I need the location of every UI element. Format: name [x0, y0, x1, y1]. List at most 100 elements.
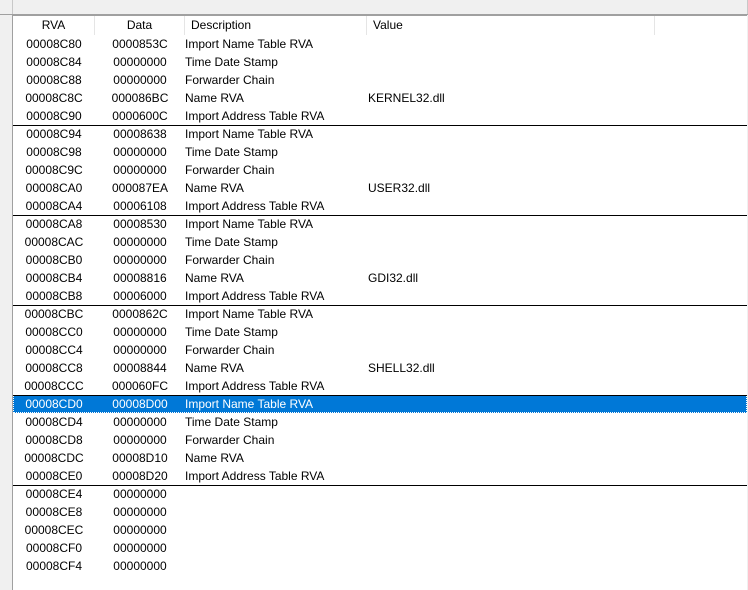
window-frame: RVA Data Description Value 00008C80 00008… [0, 0, 748, 590]
cell-value [368, 215, 658, 233]
cell-value [368, 467, 658, 485]
cell-data: 000086BC [111, 91, 169, 105]
cell-value [368, 431, 658, 449]
table-row[interactable]: 00008CF0 00000000 [13, 539, 747, 557]
cell-data: 00008638 [113, 127, 167, 141]
cell-description: Import Address Table RVA [185, 109, 325, 123]
cell-rva: 00008CC0 [25, 325, 83, 339]
table-row[interactable]: 00008CC0 00000000 Time Date Stamp [13, 323, 747, 341]
cell-data: 00000000 [113, 325, 167, 339]
cell-rva: 00008CA4 [25, 199, 83, 213]
table-row[interactable]: 00008CEC 00000000 [13, 521, 747, 539]
list-header: RVA Data Description Value [13, 16, 747, 35]
cell-description: Forwarder Chain [185, 343, 275, 357]
column-header-data[interactable]: Data [95, 16, 185, 35]
table-row[interactable]: 00008CE4 00000000 [13, 485, 747, 503]
cell-data: 00008D10 [112, 451, 168, 465]
cell-value [368, 413, 658, 431]
cell-rva: 00008CC4 [25, 343, 83, 357]
cell-description: Time Date Stamp [185, 415, 278, 429]
cell-data: 00000000 [113, 55, 167, 69]
table-row[interactable]: 00008C9C 00000000 Forwarder Chain [13, 161, 747, 179]
table-row[interactable]: 00008CF4 00000000 [13, 557, 747, 575]
cell-value [368, 71, 658, 89]
table-row[interactable]: 00008CE8 00000000 [13, 503, 747, 521]
table-row[interactable]: 00008C8C 000086BC Name RVA KERNEL32.dll [13, 89, 747, 107]
table-row[interactable]: 00008CB0 00000000 Forwarder Chain [13, 251, 747, 269]
cell-description: Name RVA [185, 181, 244, 195]
cell-data: 00008816 [113, 271, 167, 285]
cell-value [368, 557, 658, 575]
import-directory-list[interactable]: RVA Data Description Value 00008C80 00008… [12, 15, 747, 590]
cell-value [368, 53, 658, 71]
cell-description: Name RVA [185, 361, 244, 375]
cell-value: GDI32.dll [368, 271, 419, 285]
cell-rva: 00008C94 [26, 127, 82, 141]
list-bottom-area [13, 575, 747, 590]
cell-value [368, 521, 658, 539]
cell-rva: 00008CF0 [25, 541, 83, 555]
cell-rva: 00008C8C [25, 91, 83, 105]
cell-description: Import Name Table RVA [185, 37, 314, 51]
top-strip [0, 0, 748, 15]
top-strip-right [740, 0, 748, 14]
group-separator [13, 215, 747, 216]
cell-description: Import Address Table RVA [185, 199, 325, 213]
cell-rva: 00008CD8 [25, 433, 83, 447]
cell-rva: 00008CE4 [25, 487, 83, 501]
table-row[interactable]: 00008CBC 0000862C Import Name Table RVA [13, 305, 747, 323]
cell-rva: 00008CD4 [25, 415, 83, 429]
cell-rva: 00008CA8 [25, 217, 83, 231]
cell-value [368, 485, 658, 503]
cell-description: Name RVA [185, 271, 244, 285]
table-row[interactable]: 00008C88 00000000 Forwarder Chain [13, 71, 747, 89]
cell-value [368, 377, 658, 395]
table-row[interactable]: 00008CC4 00000000 Forwarder Chain [13, 341, 747, 359]
cell-data: 00008530 [113, 217, 167, 231]
cell-description: Name RVA [185, 91, 244, 105]
cell-value [368, 143, 658, 161]
table-row[interactable]: 00008CDC 00008D10 Name RVA [13, 449, 747, 467]
table-row[interactable]: 00008C98 00000000 Time Date Stamp [13, 143, 747, 161]
cell-rva: 00008CD0 [25, 397, 83, 411]
table-row[interactable]: 00008CA8 00008530 Import Name Table RVA [13, 215, 747, 233]
cell-description: Import Name Table RVA [185, 217, 314, 231]
table-row[interactable]: 00008CE0 00008D20 Import Address Table RVA [13, 467, 747, 485]
table-row[interactable]: 00008CB4 00008816 Name RVA GDI32.dll [13, 269, 747, 287]
cell-data: 00000000 [113, 541, 167, 555]
table-row[interactable]: 00008C94 00008638 Import Name Table RVA [13, 125, 747, 143]
table-row[interactable]: 00008CD4 00000000 Time Date Stamp [13, 413, 747, 431]
cell-description: Import Name Table RVA [185, 397, 314, 411]
cell-data: 00000000 [113, 343, 167, 357]
cell-value [368, 125, 658, 143]
table-row[interactable]: 00008C90 0000600C Import Address Table RVA [13, 107, 747, 125]
cell-data: 00000000 [113, 253, 167, 267]
cell-rva: 00008C98 [26, 145, 82, 159]
table-row[interactable]: 00008CB8 00006000 Import Address Table RVA [13, 287, 747, 305]
column-header-description[interactable]: Description [185, 16, 367, 35]
cell-rva: 00008CF4 [25, 559, 83, 573]
cell-rva: 00008C9C [25, 163, 83, 177]
column-header-value[interactable]: Value [367, 16, 655, 35]
cell-description [185, 557, 367, 575]
table-row[interactable]: 00008CCC 000060FC Import Address Table RVA [13, 377, 747, 395]
table-row[interactable]: 00008CD8 00000000 Forwarder Chain [13, 431, 747, 449]
cell-description: Time Date Stamp [185, 55, 278, 69]
table-row[interactable]: 00008CAC 00000000 Time Date Stamp [13, 233, 747, 251]
table-row[interactable]: 00008CD0 00008D00 Import Name Table RVA [13, 395, 747, 413]
cell-rva: 00008CDC [24, 451, 84, 465]
table-row[interactable]: 00008CA0 000087EA Name RVA USER32.dll [13, 179, 747, 197]
cell-description: Import Address Table RVA [185, 469, 325, 483]
table-row[interactable]: 00008CC8 00008844 Name RVA SHELL32.dll [13, 359, 747, 377]
cell-rva: 00008CB4 [25, 271, 83, 285]
top-strip-left [0, 0, 13, 14]
column-header-rva[interactable]: RVA [13, 16, 95, 35]
cell-rva: 00008CEC [24, 523, 84, 537]
table-row[interactable]: 00008C84 00000000 Time Date Stamp [13, 53, 747, 71]
table-row[interactable]: 00008C80 0000853C Import Name Table RVA [13, 35, 747, 53]
cell-description [185, 485, 367, 503]
cell-value: KERNEL32.dll [368, 91, 445, 105]
cell-rva: 00008CCC [24, 379, 84, 393]
cell-data: 00000000 [113, 487, 167, 501]
table-row[interactable]: 00008CA4 00006108 Import Address Table RVA [13, 197, 747, 215]
